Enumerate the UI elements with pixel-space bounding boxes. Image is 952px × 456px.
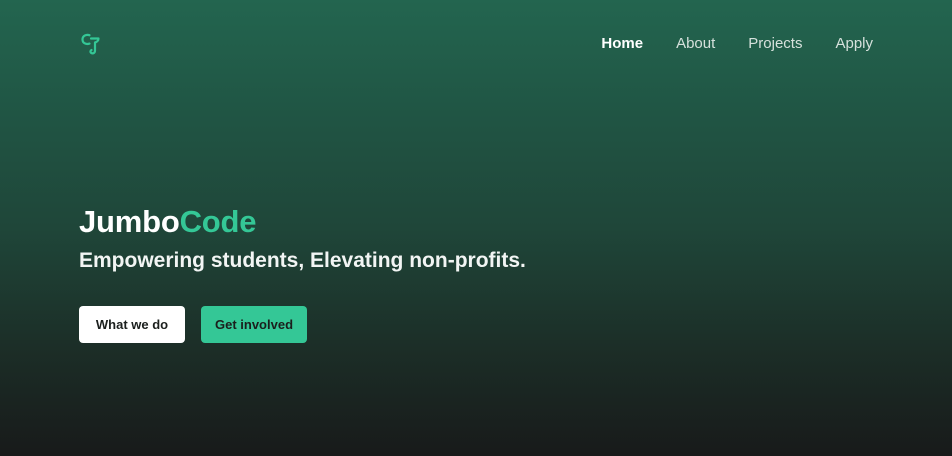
nav-link-about[interactable]: About [676,35,715,52]
nav-link-apply[interactable]: Apply [835,35,873,52]
hero-title-code: Code [179,204,257,239]
cta-row: What we do Get involved [79,306,307,343]
nav-link-home[interactable]: Home [601,35,643,52]
hero-tagline: Empowering students, Elevating non-profi… [79,249,526,272]
nav-link-projects[interactable]: Projects [748,35,802,52]
hero-title-jumbo: Jumbo [79,204,180,239]
cj-logo-icon[interactable] [80,32,102,56]
main-nav: Home About Projects Apply [601,35,873,52]
get-involved-button[interactable]: Get involved [201,306,307,343]
what-we-do-button[interactable]: What we do [79,306,185,343]
hero-section: JumboCode Empowering students, Elevating… [79,202,526,276]
hero-title: JumboCode [79,202,526,242]
